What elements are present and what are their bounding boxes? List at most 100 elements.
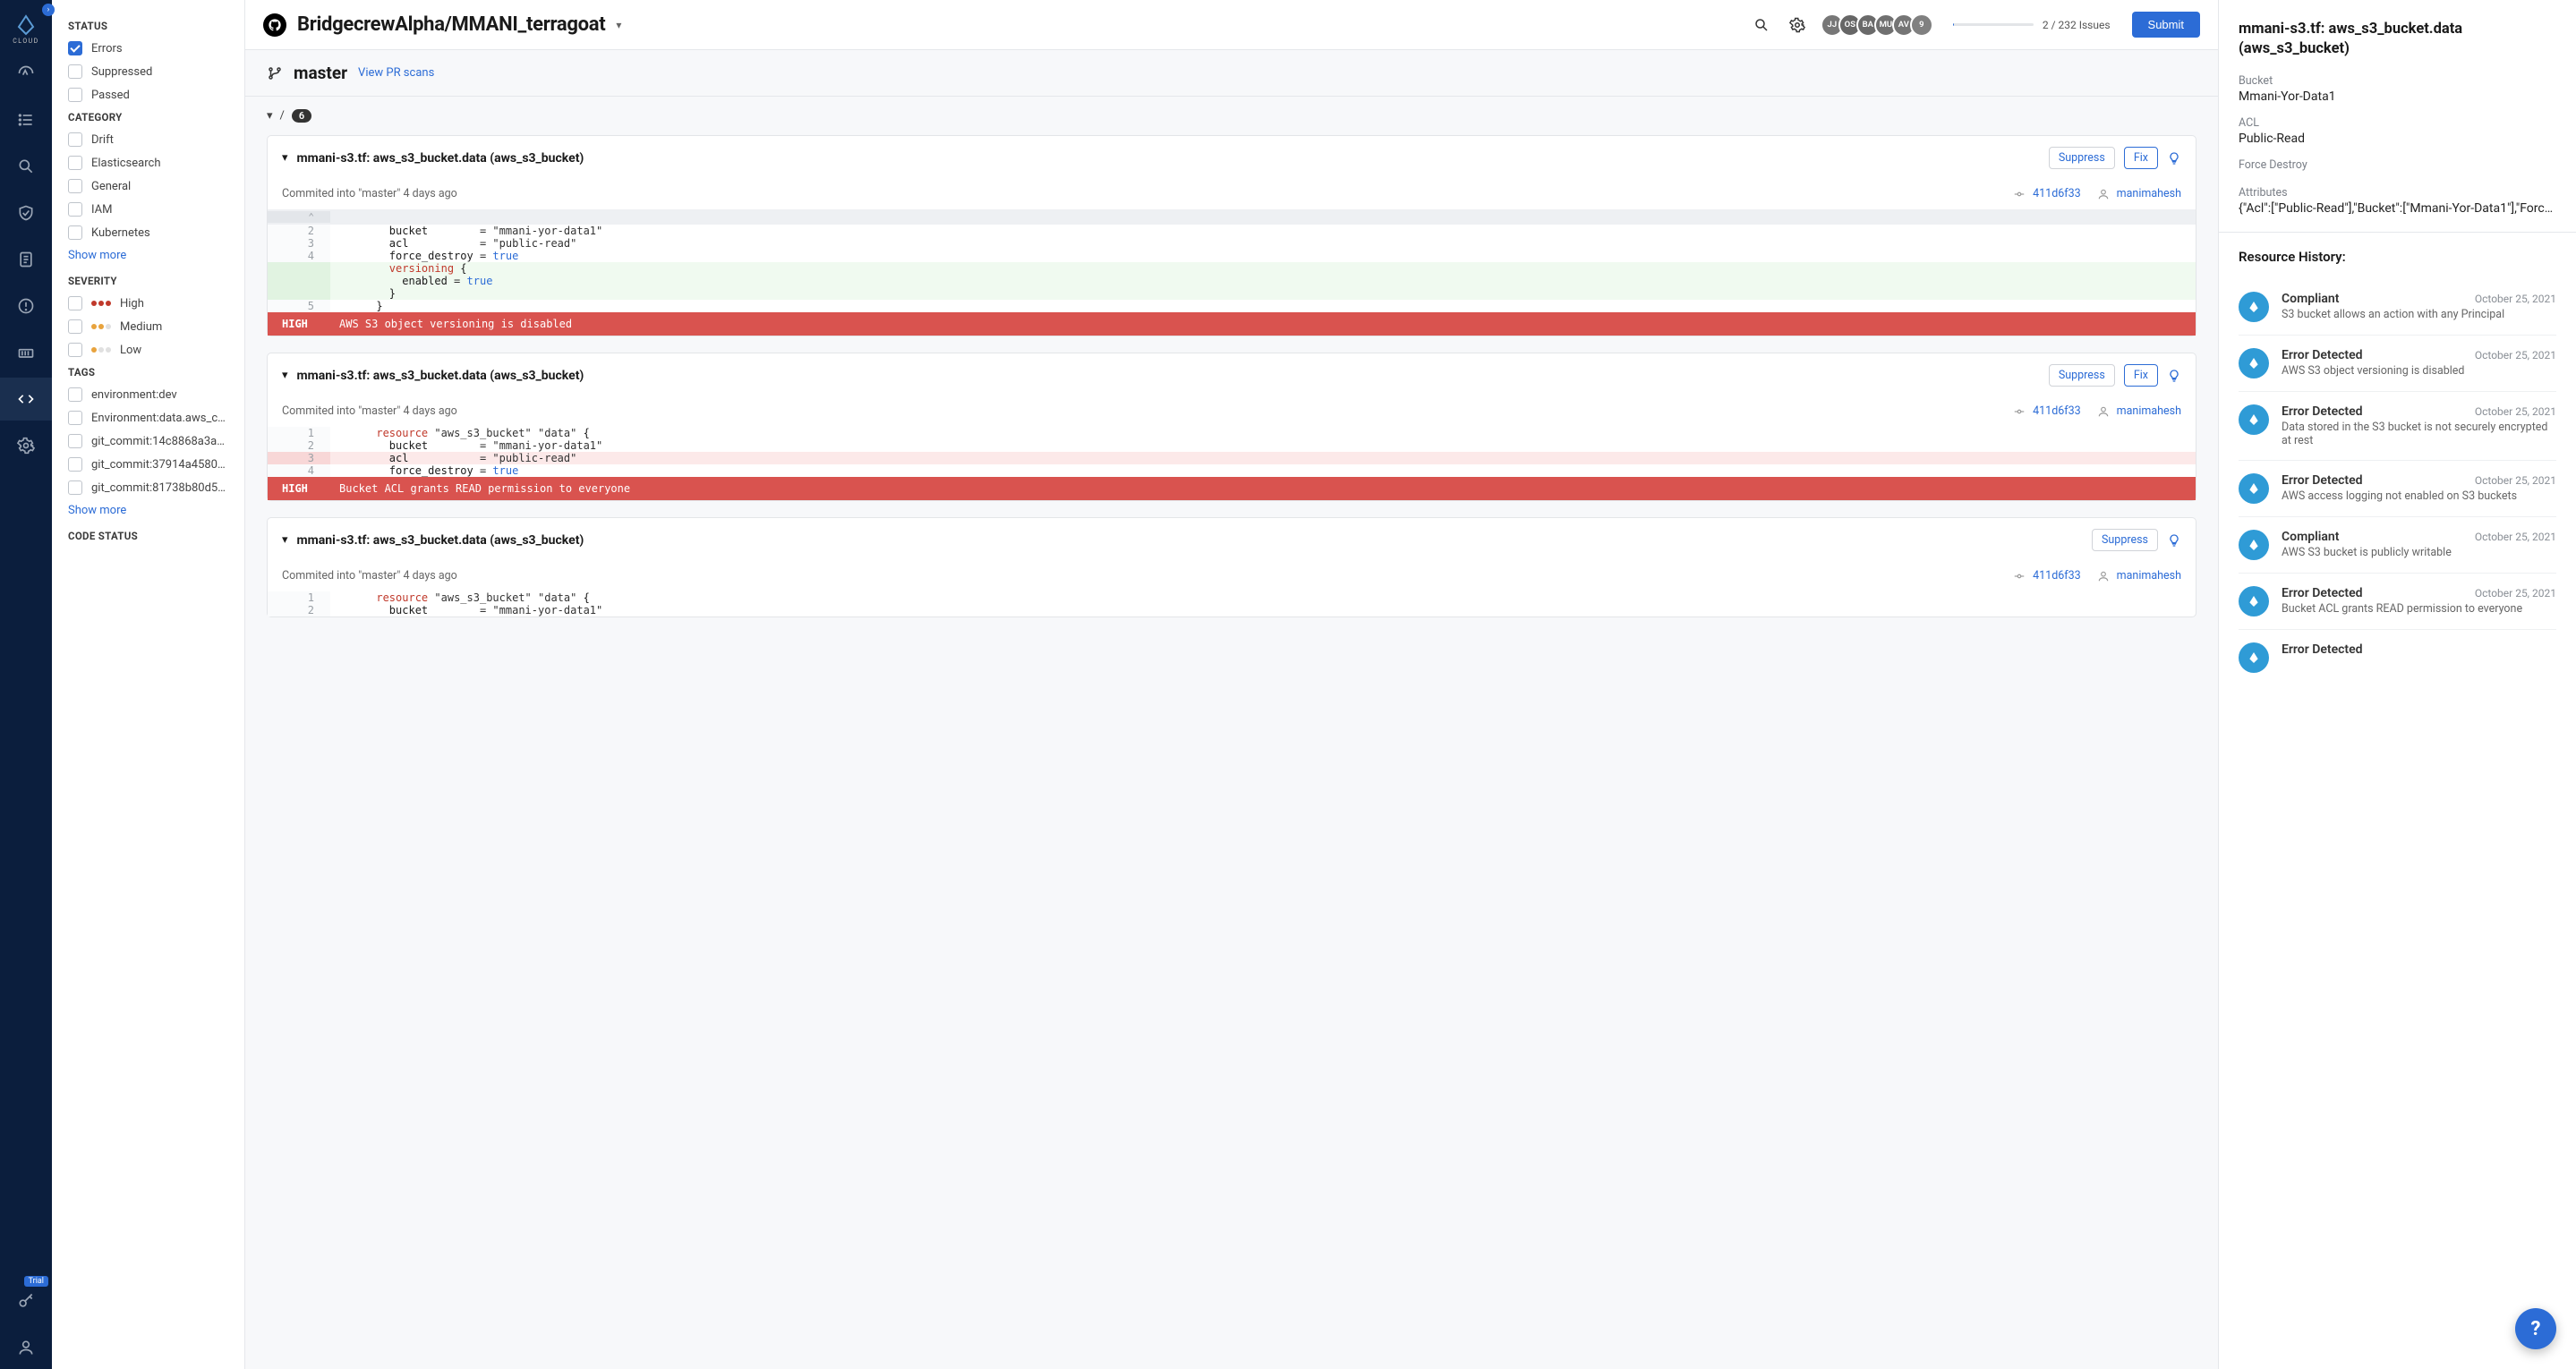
code-collapse[interactable]: ⌃ [268, 209, 2196, 225]
checkbox[interactable] [68, 387, 82, 402]
checkbox[interactable] [68, 296, 82, 310]
checkbox[interactable] [68, 411, 82, 425]
checkbox[interactable] [68, 434, 82, 448]
lightbulb-icon[interactable] [2167, 533, 2181, 548]
tag-filter-4[interactable]: git_commit:81738b80d571f... [68, 480, 228, 495]
category-filter-4[interactable]: Kubernetes [68, 225, 228, 240]
fix-button[interactable]: Fix [2124, 364, 2158, 387]
severity-filter-1[interactable]: Medium [68, 319, 228, 334]
author-link[interactable]: manimahesh [2117, 404, 2181, 418]
submit-button[interactable]: Submit [2132, 12, 2200, 38]
history-icon [2239, 292, 2269, 322]
progress-bar [1953, 23, 2034, 26]
content-scroll[interactable]: ▾ / 6 ▾ mmani-s3.tf: aws_s3_bucket.data … [245, 97, 2218, 1369]
avatar-stack[interactable]: JJOSBAMUAV9 [1821, 13, 1933, 37]
checkbox[interactable] [68, 343, 82, 357]
path-collapse-icon[interactable]: ▾ [267, 109, 273, 123]
logo: CLOUD [13, 14, 39, 45]
detail-title: mmani-s3.tf: aws_s3_bucket.data (aws_s3_… [2239, 20, 2556, 60]
checkbox[interactable] [68, 41, 82, 55]
fix-button[interactable]: Fix [2124, 147, 2158, 169]
nav-code[interactable] [0, 378, 52, 421]
history-item[interactable]: Error DetectedOctober 25, 2021 Data stor… [2239, 391, 2556, 460]
history-item[interactable]: Error DetectedOctober 25, 2021 AWS acces… [2239, 460, 2556, 516]
suppress-button[interactable]: Suppress [2049, 364, 2115, 387]
card-collapse-icon[interactable]: ▾ [282, 369, 288, 382]
nav-profile[interactable] [0, 1326, 52, 1369]
code-line: 3 acl = "public-read" [268, 452, 2196, 464]
commit-message: Commited into "master" 4 days ago [282, 404, 457, 418]
tags-heading: TAGS [68, 366, 228, 378]
nav-settings[interactable] [0, 424, 52, 467]
category-filter-0[interactable]: Drift [68, 132, 228, 147]
author-link[interactable]: manimahesh [2117, 187, 2181, 200]
severity-filter-2[interactable]: Low [68, 343, 228, 357]
category-show-more[interactable]: Show more [68, 249, 228, 262]
checkbox[interactable] [68, 225, 82, 240]
nav-document[interactable] [0, 238, 52, 281]
checkbox[interactable] [68, 480, 82, 495]
severity-filter-0[interactable]: High [68, 296, 228, 310]
nav-dashboard[interactable] [0, 52, 52, 95]
history-item[interactable]: Error Detected [2239, 629, 2556, 685]
view-pr-scans-link[interactable]: View PR scans [358, 66, 434, 80]
checkbox[interactable] [68, 202, 82, 217]
nav-container[interactable] [0, 331, 52, 374]
commit-icon [2013, 570, 2026, 582]
commit-hash-link[interactable]: 411d6f33 [2033, 187, 2081, 200]
lightbulb-icon[interactable] [2167, 369, 2181, 383]
suppress-button[interactable]: Suppress [2049, 147, 2115, 169]
gear-icon[interactable] [1785, 13, 1810, 38]
topbar: BridgecrewAlpha/MMANI_terragoat ▾ JJOSBA… [245, 0, 2218, 50]
history-item[interactable]: Error DetectedOctober 25, 2021 AWS S3 ob… [2239, 335, 2556, 391]
repo-dropdown-icon[interactable]: ▾ [616, 19, 621, 31]
user-icon [2097, 188, 2110, 200]
commit-message: Commited into "master" 4 days ago [282, 569, 457, 582]
expand-rail-icon[interactable]: › [42, 4, 55, 16]
history-item[interactable]: CompliantOctober 25, 2021 AWS S3 bucket … [2239, 516, 2556, 573]
checkbox[interactable] [68, 457, 82, 472]
status-filter-1[interactable]: Suppressed [68, 64, 228, 79]
code-line: 4 force_destroy = true [268, 250, 2196, 262]
checkbox[interactable] [68, 64, 82, 79]
avatar[interactable]: 9 [1910, 13, 1933, 37]
status-filter-0[interactable]: Errors [68, 41, 228, 55]
checkbox[interactable] [68, 156, 82, 170]
suppress-button[interactable]: Suppress [2092, 529, 2158, 551]
checkbox[interactable] [68, 179, 82, 193]
commit-hash-link[interactable]: 411d6f33 [2033, 404, 2081, 418]
category-filter-3[interactable]: IAM [68, 202, 228, 217]
status-filter-2[interactable]: Passed [68, 88, 228, 102]
category-filter-1[interactable]: Elasticsearch [68, 156, 228, 170]
checkbox[interactable] [68, 319, 82, 334]
author-link[interactable]: manimahesh [2117, 569, 2181, 582]
tag-filter-0[interactable]: environment:dev [68, 387, 228, 402]
tag-filter-2[interactable]: git_commit:14c8868a3a13d... [68, 434, 228, 448]
nav-shield[interactable] [0, 191, 52, 234]
search-icon[interactable] [1749, 13, 1774, 38]
nav-key[interactable]: Trial [0, 1280, 52, 1322]
checkbox[interactable] [68, 132, 82, 147]
branch-name: master [294, 63, 347, 83]
commit-hash-link[interactable]: 411d6f33 [2033, 569, 2081, 582]
violation-card: ▾ mmani-s3.tf: aws_s3_bucket.data (aws_s… [267, 135, 2196, 336]
checkbox[interactable] [68, 88, 82, 102]
history-item[interactable]: CompliantOctober 25, 2021 S3 bucket allo… [2239, 279, 2556, 335]
lightbulb-icon[interactable] [2167, 151, 2181, 166]
detail-panel: mmani-s3.tf: aws_s3_bucket.data (aws_s3_… [2218, 0, 2576, 1369]
card-collapse-icon[interactable]: ▾ [282, 533, 288, 547]
history-item[interactable]: Error DetectedOctober 25, 2021 Bucket AC… [2239, 573, 2556, 629]
category-filter-2[interactable]: General [68, 179, 228, 193]
code-block: 1 resource "aws_s3_bucket" "data" {2 buc… [268, 591, 2196, 616]
nav-search[interactable] [0, 145, 52, 188]
violation-card: ▾ mmani-s3.tf: aws_s3_bucket.data (aws_s… [267, 517, 2196, 617]
tag-filter-3[interactable]: git_commit:37914a458001... [68, 457, 228, 472]
tags-show-more[interactable]: Show more [68, 504, 228, 517]
help-button[interactable]: ? [2515, 1308, 2556, 1349]
commit-icon [2013, 405, 2026, 418]
card-collapse-icon[interactable]: ▾ [282, 151, 288, 165]
nav-list[interactable] [0, 98, 52, 141]
tag-filter-1[interactable]: Environment:data.aws_calle... [68, 411, 228, 425]
nav-alert[interactable] [0, 285, 52, 327]
code-block: ⌃2 bucket = "mmani-yor-data1"3 acl = "pu… [268, 209, 2196, 312]
